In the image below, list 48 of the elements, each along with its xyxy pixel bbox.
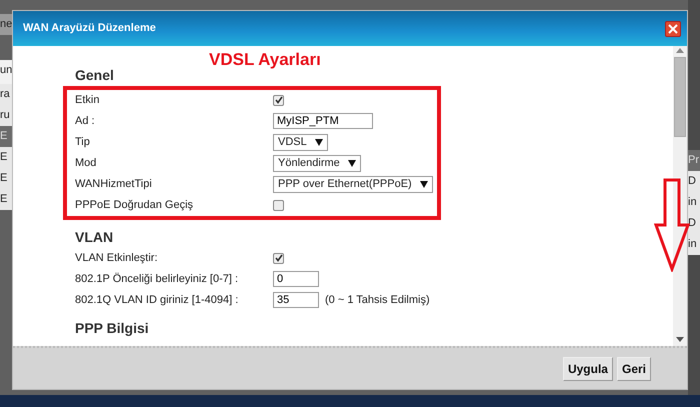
dialog-button[interactable]: Uygula xyxy=(562,356,613,380)
select-dropdown[interactable]: PPP over Ethernet(PPPoE) xyxy=(273,176,433,192)
background-text: E xyxy=(0,147,12,168)
background-text: D xyxy=(688,213,700,234)
field-note: (0 ~ 1 Tahsis Edilmiş) xyxy=(325,292,430,308)
field-label: Etkin xyxy=(75,92,100,108)
field-label: 802.1Q VLAN ID giriniz [1-4094] : xyxy=(75,292,240,308)
background-text: in xyxy=(688,234,700,255)
background-text: E xyxy=(0,189,12,210)
section-heading: PPP Bilgisi xyxy=(75,320,150,336)
select-dropdown[interactable]: VDSL xyxy=(273,134,328,150)
scrollbar[interactable] xyxy=(673,46,687,346)
close-icon xyxy=(668,24,678,34)
caret-icon xyxy=(420,180,428,188)
select-dropdown[interactable]: Yönlendirme xyxy=(273,154,361,172)
field-label: Mod xyxy=(75,156,98,171)
field-label: PPPoE Doğrudan Geçiş xyxy=(75,198,194,213)
section-heading: VLAN xyxy=(75,228,114,246)
caret-icon xyxy=(314,138,323,146)
checkbox[interactable] xyxy=(273,200,284,210)
scrollbar-thumb[interactable] xyxy=(674,57,686,137)
background-text: E xyxy=(0,126,12,147)
scroll-up-icon[interactable] xyxy=(676,48,684,53)
field-label: VLAN Etkinleştir: xyxy=(75,250,159,266)
background-text: un xyxy=(0,60,12,84)
background-text: ra xyxy=(0,84,12,105)
section-heading: Genel xyxy=(75,66,115,84)
input-field[interactable]: MyISP_PTM xyxy=(273,113,373,129)
field-label: WANHizmetTipi xyxy=(75,176,153,192)
field-label: 802.1P Önceliği belirleyiniz [0-7] : xyxy=(75,272,240,287)
input-field[interactable]: 35 xyxy=(273,292,319,308)
annotation-title: VDSL Ayarları xyxy=(209,50,321,70)
checkbox[interactable] xyxy=(273,94,284,106)
background-text: D xyxy=(688,171,700,192)
field-label: Tip xyxy=(75,134,91,150)
field-label: Ad : xyxy=(75,114,96,129)
background-text: E xyxy=(0,168,12,189)
background-text: Pr xyxy=(688,150,700,171)
input-field[interactable]: 0 xyxy=(273,271,319,287)
close-button[interactable] xyxy=(665,20,681,36)
background-text: in xyxy=(688,192,700,213)
background-text: ne xyxy=(0,14,12,35)
dialog-button[interactable]: Geri xyxy=(616,356,651,380)
dialog-title: WAN Arayüzü Düzenleme xyxy=(23,21,156,36)
caret-icon xyxy=(348,160,356,166)
scroll-down-icon[interactable] xyxy=(676,337,684,342)
background-text: ru xyxy=(0,105,12,126)
checkbox[interactable] xyxy=(273,252,284,264)
